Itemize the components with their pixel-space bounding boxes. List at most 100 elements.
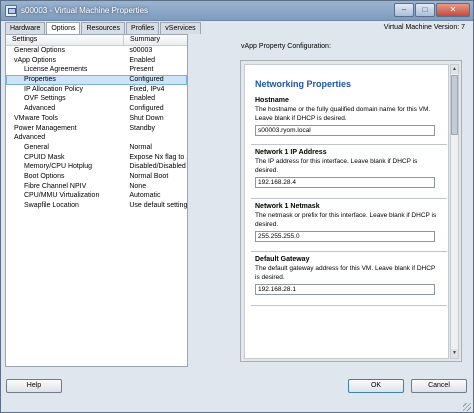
help-button[interactable]: Help <box>6 379 62 393</box>
divider <box>251 144 447 145</box>
tree-row-value: Standby <box>129 124 156 132</box>
tree-row-name: Memory/CPU Hotplug <box>24 163 93 171</box>
tree-row-value: Use default settings <box>129 202 187 209</box>
tab-bar: Hardware Options Resources Profiles vSer… <box>5 22 202 35</box>
tree-row-name: Properties <box>6 75 124 85</box>
tree-row-name: CPUID Mask <box>24 153 65 161</box>
field-description: The default gateway address for this VM.… <box>255 265 436 281</box>
tree-row-value: Enabled <box>129 95 156 103</box>
tree-row-value: Shut Down <box>129 114 164 122</box>
tree-row[interactable]: vApp Options Enabled <box>6 56 187 66</box>
field-description: The IP address for this interface. Leave… <box>255 158 418 174</box>
close-button[interactable]: ✕ <box>436 3 470 17</box>
tree-row[interactable]: Fibre Channel NPIV None <box>6 182 187 192</box>
tree-header: Settings Summary <box>6 35 187 46</box>
tree-row-name: Swapfile Location <box>24 202 79 209</box>
vm-version-label: Virtual Machine Version: 7 <box>383 24 465 31</box>
vm-app-icon <box>5 5 17 17</box>
tree-row-name: IP Allocation Policy <box>24 85 84 93</box>
scroll-thumb[interactable] <box>451 75 458 135</box>
cancel-button[interactable]: Cancel <box>411 379 467 393</box>
tree-row-name: License Agreements <box>24 66 88 74</box>
vapp-properties-area: vApp Property Configuration: Networking … <box>191 34 471 367</box>
tree-row[interactable]: General Normal <box>6 143 187 153</box>
window-title: s00003 - Virtual Machine Properties <box>21 6 149 15</box>
tree-row-name: OVF Settings <box>24 95 66 103</box>
divider <box>251 198 447 199</box>
ip-address-field-group: Network 1 IP Address The IP address for … <box>255 149 445 188</box>
settings-column-header[interactable]: Settings <box>6 35 124 45</box>
field-label: Network 1 IP Address <box>255 149 327 156</box>
field-description: The netmask or prefix for this interface… <box>255 212 437 228</box>
properties-panel: Networking Properties Hostname The hostn… <box>240 60 462 362</box>
tree-row[interactable]: IP Allocation Policy Fixed, IPv4 <box>6 85 187 95</box>
tree-row-value: Fixed, IPv4 <box>129 85 165 93</box>
tab-hardware[interactable]: Hardware <box>5 22 46 34</box>
tree-row[interactable]: Boot Options Normal Boot <box>6 172 187 182</box>
tree-row[interactable]: General Options s00003 <box>6 46 187 56</box>
ip-address-input[interactable]: 192.168.28.4 <box>255 177 435 188</box>
tree-row[interactable]: CPU/MMU Virtualization Automatic <box>6 191 187 201</box>
netmask-field-group: Network 1 Netmask The netmask or prefix … <box>255 203 445 242</box>
vapp-config-label: vApp Property Configuration: <box>241 43 331 50</box>
tree-row[interactable]: Advanced Configured <box>6 104 187 114</box>
vm-properties-window: s00003 - Virtual Machine Properties – □ … <box>0 0 474 413</box>
tree-row-name: Boot Options <box>24 172 65 180</box>
tab-vservices[interactable]: vServices <box>160 22 201 34</box>
field-label: Hostname <box>255 97 289 104</box>
hostname-field-group: Hostname The hostname or the fully quali… <box>255 97 445 136</box>
tree-row-value: Automatic <box>129 192 161 200</box>
resize-grip-icon[interactable] <box>463 403 471 411</box>
ok-button[interactable]: OK <box>348 379 404 393</box>
settings-tree: Settings Summary General Options s00003 … <box>5 34 188 367</box>
tree-row-value: Configured <box>129 105 164 113</box>
tree-row[interactable]: CPUID Mask Expose Nx flag to ... <box>6 153 187 163</box>
tree-row-value: Present <box>129 66 154 74</box>
gateway-field-group: Default Gateway The default gateway addr… <box>255 256 445 295</box>
netmask-input[interactable]: 255.255.255.0 <box>255 231 435 242</box>
field-label: Default Gateway <box>255 256 310 263</box>
tree-row-name: Advanced <box>24 105 56 113</box>
scroll-down-arrow-icon[interactable]: ▼ <box>451 349 458 358</box>
summary-column-header[interactable]: Summary <box>124 35 160 45</box>
tree-row[interactable]: Advanced <box>6 133 187 143</box>
tree-row[interactable]: Power Management Standby <box>6 124 187 134</box>
tree-row-value: Configured <box>123 75 187 85</box>
tree-row-value: Normal <box>129 143 152 151</box>
divider <box>251 305 447 306</box>
tree-row-name: VMware Tools <box>14 114 58 122</box>
tree-row[interactable]: Swapfile Location Use default settings <box>6 201 187 211</box>
tab-profiles[interactable]: Profiles <box>125 22 160 34</box>
tab-resources[interactable]: Resources <box>81 22 125 34</box>
tree-row[interactable]: OVF Settings Enabled <box>6 94 187 104</box>
tree-row-name: Advanced <box>14 134 46 142</box>
tree-row[interactable]: Memory/CPU Hotplug Disabled/Disabled <box>6 162 187 172</box>
title-bar[interactable]: s00003 - Virtual Machine Properties – □ … <box>1 1 473 21</box>
networking-properties-title: Networking Properties <box>255 79 352 89</box>
tree-row[interactable]: VMware Tools Shut Down <box>6 114 187 124</box>
gateway-input[interactable]: 192.168.28.1 <box>255 284 435 295</box>
scroll-up-arrow-icon[interactable]: ▲ <box>451 65 458 74</box>
field-label: Network 1 Netmask <box>255 203 320 210</box>
tree-row[interactable]: License Agreements Present <box>6 65 187 75</box>
tree-row-value: Enabled <box>129 56 156 64</box>
tree-row-value: Expose Nx flag to ... <box>129 153 187 161</box>
tree-row-value <box>123 133 187 143</box>
tree-row-selected[interactable]: Properties Configured <box>6 75 187 85</box>
divider <box>251 251 447 252</box>
field-description: The hostname or the fully qualified doma… <box>255 106 431 122</box>
tree-row-value: None <box>129 182 147 190</box>
maximize-button[interactable]: □ <box>415 3 435 17</box>
hostname-input[interactable]: s00003.ryom.local <box>255 125 435 136</box>
tree-row-value: Normal Boot <box>129 172 169 180</box>
tree-row-value: s00003 <box>129 47 153 54</box>
dialog-button-bar: Help OK Cancel <box>1 369 473 413</box>
properties-scroll-content: Networking Properties Hostname The hostn… <box>244 64 449 359</box>
tree-row-name: General <box>24 143 49 151</box>
tree-row-name: Fibre Channel NPIV <box>24 182 87 190</box>
minimize-button[interactable]: – <box>394 3 414 17</box>
properties-scrollbar[interactable]: ▲ ▼ <box>450 64 459 359</box>
tree-row-name: General Options <box>14 47 65 54</box>
tree-row-name: vApp Options <box>14 56 57 64</box>
tree-row-value: Disabled/Disabled <box>129 163 186 171</box>
